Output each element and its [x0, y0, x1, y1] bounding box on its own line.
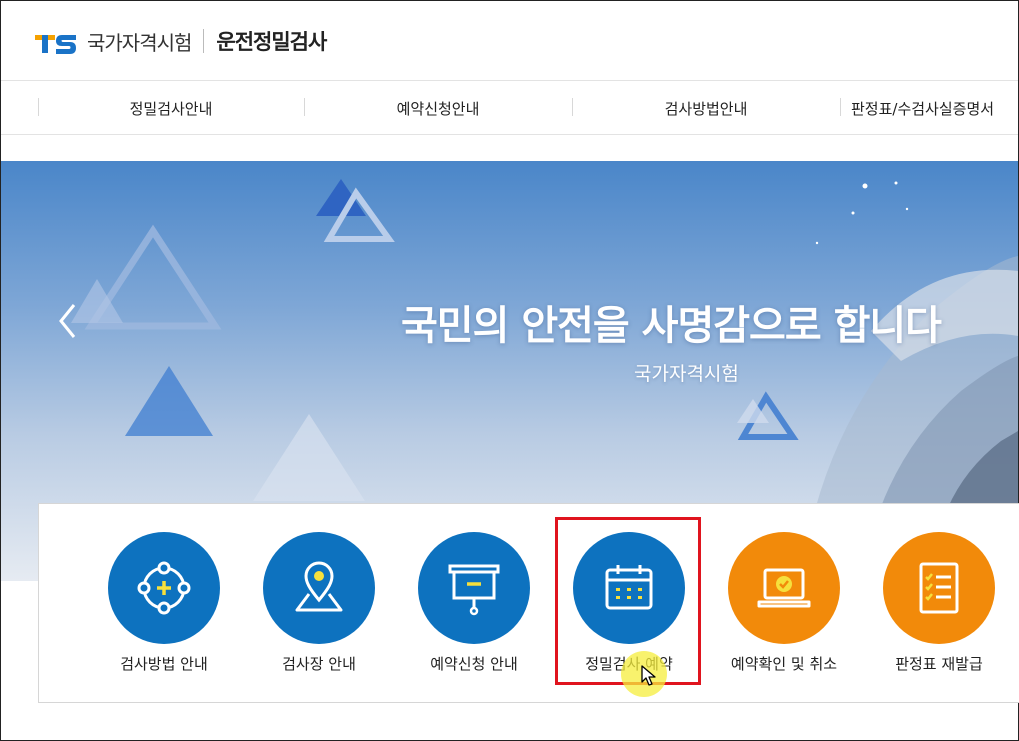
logo-divider [203, 29, 205, 53]
calendar-icon [605, 565, 653, 610]
quick-label: 정밀검사 예약 [585, 655, 673, 673]
quick-circle [263, 532, 375, 644]
quick-item-reservation-guide[interactable]: 예약신청 안내 [404, 532, 544, 674]
crosshair-plus-icon [137, 561, 191, 615]
nav-item-inspection-guide[interactable]: 정밀검사안내 [39, 81, 303, 135]
quick-label: 검사장 안내 [282, 655, 356, 673]
banner-prev-arrow-icon[interactable] [53, 299, 83, 343]
nav-item-method-guide[interactable]: 검사방법안내 [573, 81, 839, 135]
org-name: 국가자격시험 [87, 30, 192, 55]
quick-item-test-site[interactable]: 검사장 안내 [249, 532, 389, 674]
laptop-check-icon [757, 568, 811, 608]
quick-item-inspection-method[interactable]: 검사방법 안내 [94, 532, 234, 674]
banner-title: 국민의 안전을 사명감으로 합니다 [401, 303, 942, 349]
presentation-board-icon [448, 564, 500, 616]
main-nav: 정밀검사안내 예약신청안내 검사방법안내 판정표/수검사실증명서 [1, 81, 1018, 135]
quick-circle [728, 532, 840, 644]
site-logo[interactable]: 국가자격시험 운전정밀검사 [35, 25, 327, 57]
quick-label: 판정표 재발급 [895, 655, 983, 673]
quick-label: 예약신청 안내 [430, 655, 518, 673]
nav-item-reservation-guide[interactable]: 예약신청안내 [305, 81, 571, 135]
nav-item-certificate[interactable]: 판정표/수검사실증명서 [851, 81, 1019, 135]
nav-divider [840, 98, 841, 116]
service-name: 운전정밀검사 [216, 30, 327, 54]
quick-circle [418, 532, 530, 644]
quick-item-reservation-check[interactable]: 예약확인 및 취소 [714, 532, 854, 674]
quick-label: 검사방법 안내 [120, 655, 208, 673]
quick-circle [573, 532, 685, 644]
map-pin-icon [295, 561, 343, 612]
quick-circle [108, 532, 220, 644]
banner-subtitle: 국가자격시험 [634, 363, 739, 385]
ts-logo-mark [35, 27, 79, 55]
quick-label: 예약확인 및 취소 [730, 655, 838, 673]
quick-circle [883, 532, 995, 644]
quick-item-inspection-reservation[interactable]: 정밀검사 예약 [559, 532, 699, 674]
quick-item-result-reissue[interactable]: 판정표 재발급 [869, 532, 1009, 674]
checklist-icon [919, 562, 959, 614]
quick-menu: 검사방법 안내 검사장 안내 예약신청 안내 정밀검사 예약 예약확인 및 취소… [38, 503, 1019, 703]
site-header: 국가자격시험 운전정밀검사 [1, 1, 1018, 81]
